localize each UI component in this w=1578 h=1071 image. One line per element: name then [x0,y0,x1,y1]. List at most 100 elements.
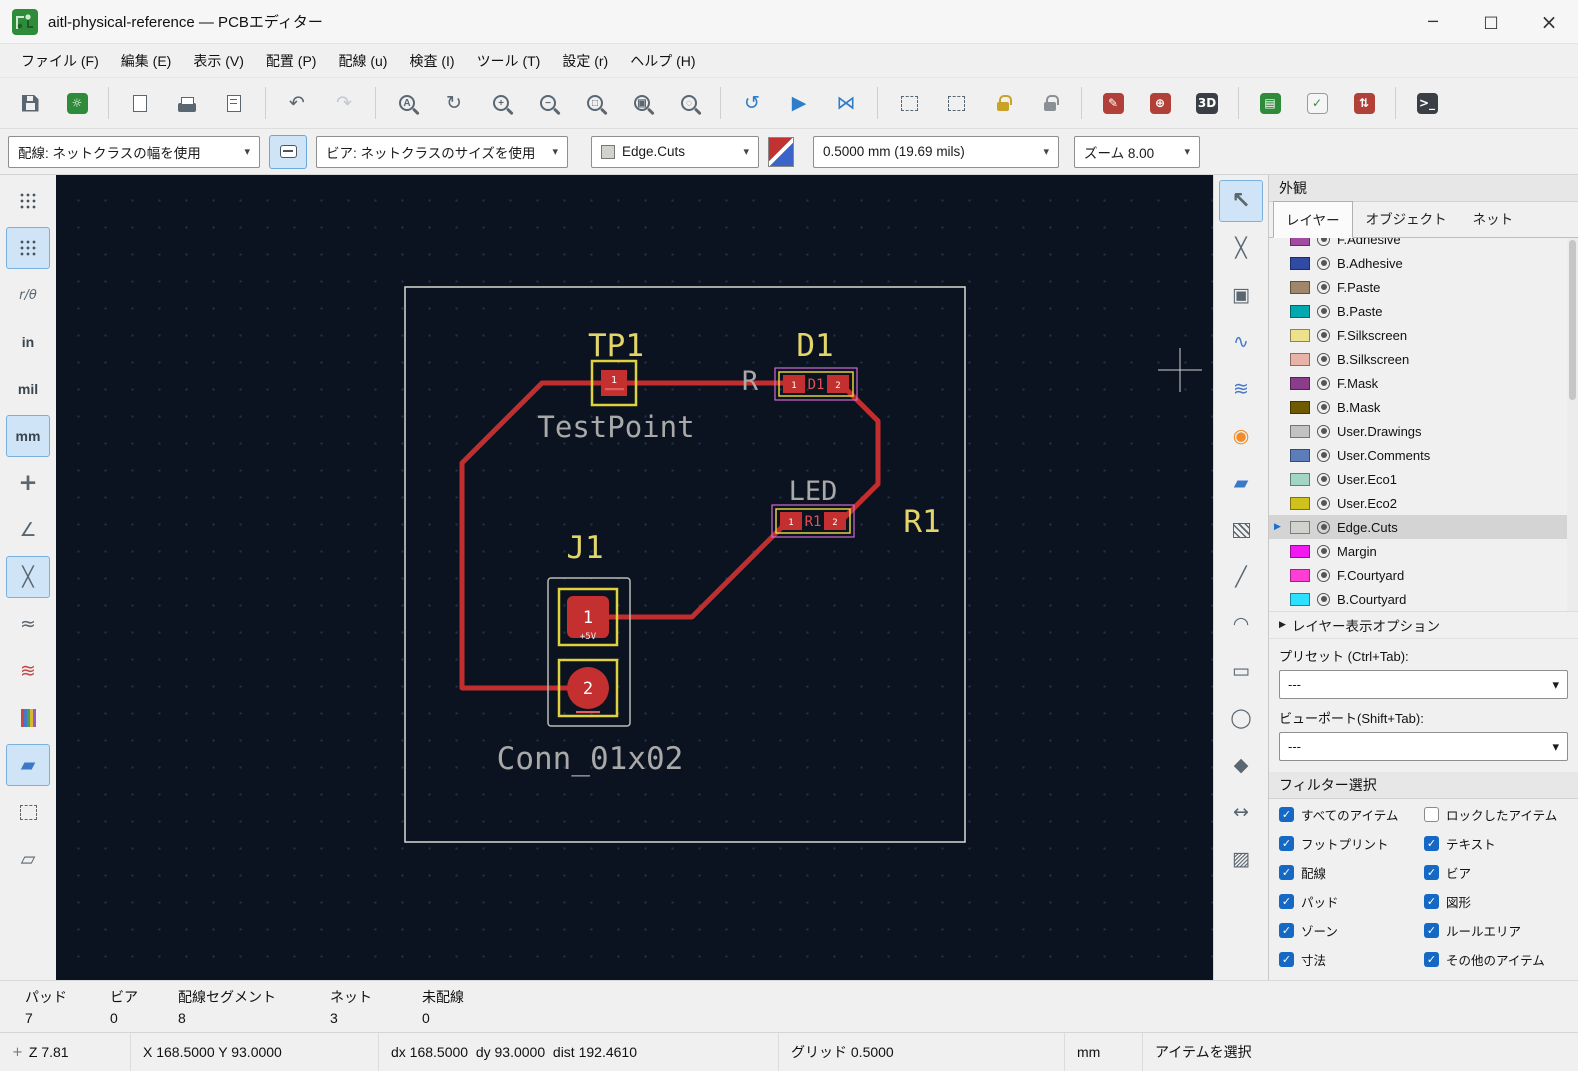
update-pcb-button[interactable]: ⇅ [1342,82,1386,124]
layer-visibility-icon[interactable] [1317,256,1330,270]
select-tool-button[interactable]: ↖ [1219,180,1263,222]
footprint-editor-button[interactable]: ✎ [1091,82,1135,124]
draw-rect-button[interactable]: ▭ [1219,650,1263,692]
menu-place[interactable]: 配置 (P) [255,46,328,76]
filter-tracks[interactable]: ✓ 配線 [1279,863,1424,882]
delete-tool-button[interactable]: ╳ [1219,227,1263,269]
minimize-button[interactable]: ─ [1404,0,1462,43]
layer-visibility-icon[interactable] [1317,352,1330,366]
layer-color-swatch[interactable] [1290,568,1310,582]
viewport-select[interactable]: --- ▾ [1279,732,1568,761]
checkbox-checked-icon[interactable]: ✓ [1424,923,1439,938]
board-setup-button[interactable]: ☼ [55,82,99,124]
layer-row-user-comments[interactable]: User.Comments [1269,443,1578,467]
menu-inspect[interactable]: 検査 (I) [398,46,465,76]
layer-visibility-icon[interactable] [1317,520,1330,534]
grid-style-small-button[interactable] [6,227,50,269]
lock-button[interactable] [981,82,1025,124]
layer-row-f-paste[interactable]: F.Paste [1269,275,1578,299]
footprint-browser-button[interactable]: ⊕ [1138,82,1182,124]
find-button[interactable]: A [385,82,429,124]
save-button[interactable] [8,82,52,124]
zone-outline-button[interactable] [6,791,50,833]
ratsnest-button[interactable]: ╳ [6,556,50,598]
menu-view[interactable]: 表示 (V) [182,46,255,76]
layer-visibility-icon[interactable] [1317,238,1330,246]
layer-row-f-courtyard[interactable]: F.Courtyard [1269,563,1578,587]
flip-view-button[interactable]: ↺ [730,82,774,124]
filter-zones[interactable]: ✓ ゾーン [1279,921,1424,940]
filter-footprints[interactable]: ✓ フットプリント [1279,834,1424,853]
zoom-objects-button[interactable]: ▣ [620,82,664,124]
filter-other-items[interactable]: ✓ その他のアイテム [1424,950,1572,969]
layer-visibility-icon[interactable] [1317,304,1330,318]
filter-pads[interactable]: ✓ パッド [1279,892,1424,911]
footprint-tp1[interactable]: 1 TP1 TestPoint [537,328,694,444]
layer-color-swatch[interactable] [1290,592,1310,606]
zoom-out-button[interactable]: − [526,82,570,124]
layer-row-f-silkscreen[interactable]: F.Silkscreen [1269,323,1578,347]
layer-visibility-icon[interactable] [1317,568,1330,582]
r1-reference[interactable]: R1 [903,504,940,540]
units-mil-button[interactable]: mil [6,368,50,410]
viewer-3d-button[interactable]: 3D [1185,82,1229,124]
filter-locked-items[interactable]: ロックしたアイテム [1424,805,1572,824]
tab-layers[interactable]: レイヤー [1273,201,1353,238]
ratsnest-curved-button[interactable]: ≈ [6,603,50,645]
fabrication-button[interactable]: ▤ [1248,82,1292,124]
layer-row-b-paste[interactable]: B.Paste [1269,299,1578,323]
layer-visibility-icon[interactable] [1317,280,1330,294]
close-button[interactable]: × [1520,0,1578,43]
layers-scrollbar[interactable] [1567,238,1578,611]
ungroup-button[interactable] [934,82,978,124]
scrollbar-thumb[interactable] [1569,240,1576,400]
diff-pair-button[interactable]: ≋ [1219,368,1263,410]
refresh-button[interactable]: ↻ [432,82,476,124]
text-r-value[interactable]: R [742,366,759,397]
layer-color-swatch[interactable] [1290,496,1310,510]
redo-button[interactable]: ↷ [322,82,366,124]
layer-row-margin[interactable]: Margin [1269,539,1578,563]
layer-color-swatch[interactable] [1290,544,1310,558]
footprint-j1[interactable]: 1 +5V 2 J1 Conn_01x02 [497,530,684,777]
track-width-select[interactable]: 配線: ネットクラスの幅を使用 ▾ [8,135,260,168]
menu-edit[interactable]: 編集 (E) [110,46,183,76]
tab-objects[interactable]: オブジェクト [1353,200,1460,237]
plot-button[interactable] [212,82,256,124]
layer-visibility-icon[interactable] [1317,472,1330,486]
layer-visibility-icon[interactable] [1317,496,1330,510]
layer-color-swatch[interactable] [1290,448,1310,462]
place-image-button[interactable]: ▨ [1219,838,1263,880]
page-settings-button[interactable] [118,82,162,124]
grid-select[interactable]: 0.5000 mm (19.69 mils) ▾ [813,135,1059,168]
checkbox-checked-icon[interactable]: ✓ [1279,952,1294,967]
flip-board-button[interactable]: ▶ [777,82,821,124]
layer-display-options[interactable]: ▶ レイヤー表示オプション [1269,612,1578,639]
place-footprint-button[interactable]: ▣ [1219,274,1263,316]
zoom-fit-button[interactable]: □ [573,82,617,124]
layer-color-swatch[interactable] [1290,280,1310,294]
checkbox-checked-icon[interactable]: ✓ [1424,836,1439,851]
hide-ratsnest-button[interactable]: ≋ [6,650,50,692]
draw-arc-button[interactable]: ◠ [1219,603,1263,645]
checkbox-checked-icon[interactable]: ✓ [1279,865,1294,880]
layer-color-swatch[interactable] [1290,472,1310,486]
filter-rule-areas[interactable]: ✓ ルールエリア [1424,921,1572,940]
pcb-canvas[interactable]: 1 TP1 TestPoint 1 2 D1 D1 R 1 2 R1 LED R… [56,175,1213,980]
filter-text[interactable]: ✓ テキスト [1424,834,1572,853]
unlock-button[interactable] [1028,82,1072,124]
zone-fill-button[interactable]: ▰ [6,744,50,786]
layer-pair-swatch[interactable] [768,136,794,167]
layer-row-b-courtyard[interactable]: B.Courtyard [1269,587,1578,611]
filter-vias[interactable]: ✓ ビア [1424,863,1572,882]
filter-dimensions[interactable]: ✓ 寸法 [1279,950,1424,969]
menu-file[interactable]: ファイル (F) [10,46,110,76]
layer-row-user-eco1[interactable]: User.Eco1 [1269,467,1578,491]
checkbox-checked-icon[interactable]: ✓ [1279,836,1294,851]
checkbox-checked-icon[interactable]: ✓ [1279,894,1294,909]
net-colors-button[interactable] [6,697,50,739]
layer-color-swatch[interactable] [1290,328,1310,342]
group-button[interactable] [887,82,931,124]
dimension-tool-button[interactable]: ↔ [1219,791,1263,833]
layer-row-user-drawings[interactable]: User.Drawings [1269,419,1578,443]
